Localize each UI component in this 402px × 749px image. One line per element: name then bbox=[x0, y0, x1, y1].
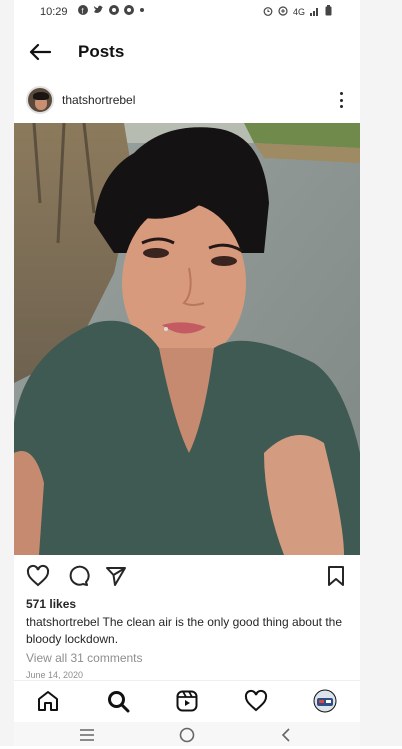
battery-icon bbox=[325, 5, 332, 18]
recent-apps-button[interactable] bbox=[78, 726, 96, 744]
phone-screen: 10:29 f 4G Posts thatshortrebel 571 like… bbox=[14, 0, 360, 746]
nav-reels[interactable] bbox=[175, 689, 199, 713]
post-date: June 14, 2020 bbox=[26, 670, 84, 679]
user-avatar[interactable] bbox=[26, 86, 54, 114]
more-options-button[interactable] bbox=[336, 90, 346, 110]
chrome-icon bbox=[124, 5, 134, 18]
activity-heart-icon bbox=[244, 689, 268, 712]
twitter-icon bbox=[93, 5, 104, 18]
data-saver-icon bbox=[278, 5, 288, 18]
notification-icons: f bbox=[78, 5, 145, 18]
save-button[interactable] bbox=[324, 564, 348, 588]
status-right-icons: 4G bbox=[263, 5, 332, 18]
menu-lines-icon bbox=[80, 729, 94, 741]
caption-username[interactable]: thatshortrebel bbox=[26, 615, 99, 629]
heart-icon bbox=[26, 564, 50, 587]
comment-button[interactable] bbox=[66, 564, 90, 588]
bottom-navigation bbox=[14, 680, 360, 719]
right-background-strip bbox=[360, 0, 402, 746]
likes-count[interactable]: 571 likes bbox=[26, 597, 76, 611]
home-system-button[interactable] bbox=[178, 726, 196, 744]
selfie-image bbox=[14, 123, 360, 555]
system-navigation-bar bbox=[14, 722, 360, 746]
left-background-strip bbox=[0, 0, 14, 746]
circle-icon bbox=[179, 727, 195, 743]
back-button[interactable] bbox=[26, 38, 54, 66]
chevron-left-icon bbox=[281, 728, 290, 742]
post-actions bbox=[14, 562, 360, 590]
arrow-left-icon bbox=[29, 43, 51, 61]
page-title: Posts bbox=[78, 42, 125, 61]
facebook-icon: f bbox=[78, 5, 88, 18]
search-icon bbox=[108, 691, 130, 713]
profile-avatar bbox=[313, 689, 337, 713]
share-button[interactable] bbox=[104, 564, 128, 588]
network-type-label: 4G bbox=[292, 6, 305, 17]
nav-activity[interactable] bbox=[244, 689, 268, 713]
nav-profile[interactable] bbox=[313, 689, 337, 713]
comment-icon bbox=[69, 565, 90, 586]
status-bar: 10:29 f 4G bbox=[14, 0, 360, 24]
dot-icon bbox=[139, 5, 145, 18]
nav-search[interactable] bbox=[106, 689, 130, 713]
system-back-button[interactable] bbox=[278, 726, 296, 744]
nav-home[interactable] bbox=[36, 689, 60, 713]
post-header: thatshortrebel bbox=[14, 84, 360, 118]
alarm-icon bbox=[263, 6, 273, 18]
status-time: 10:29 bbox=[40, 6, 68, 18]
bookmark-icon bbox=[328, 566, 344, 586]
like-button[interactable] bbox=[26, 564, 50, 588]
more-dots-icon bbox=[339, 92, 343, 95]
view-comments-link[interactable]: View all 31 comments bbox=[26, 651, 143, 665]
chrome-icon bbox=[109, 5, 119, 18]
svg-text:f: f bbox=[82, 9, 84, 16]
home-icon bbox=[38, 691, 58, 711]
signal-icon bbox=[310, 6, 320, 18]
paper-plane-icon bbox=[106, 567, 126, 586]
post-username[interactable]: thatshortrebel bbox=[62, 93, 135, 107]
post-caption: thatshortrebel The clean air is the only… bbox=[26, 614, 352, 648]
post-photo[interactable] bbox=[14, 123, 360, 555]
reels-icon bbox=[176, 690, 198, 712]
top-app-bar: Posts bbox=[14, 30, 360, 74]
